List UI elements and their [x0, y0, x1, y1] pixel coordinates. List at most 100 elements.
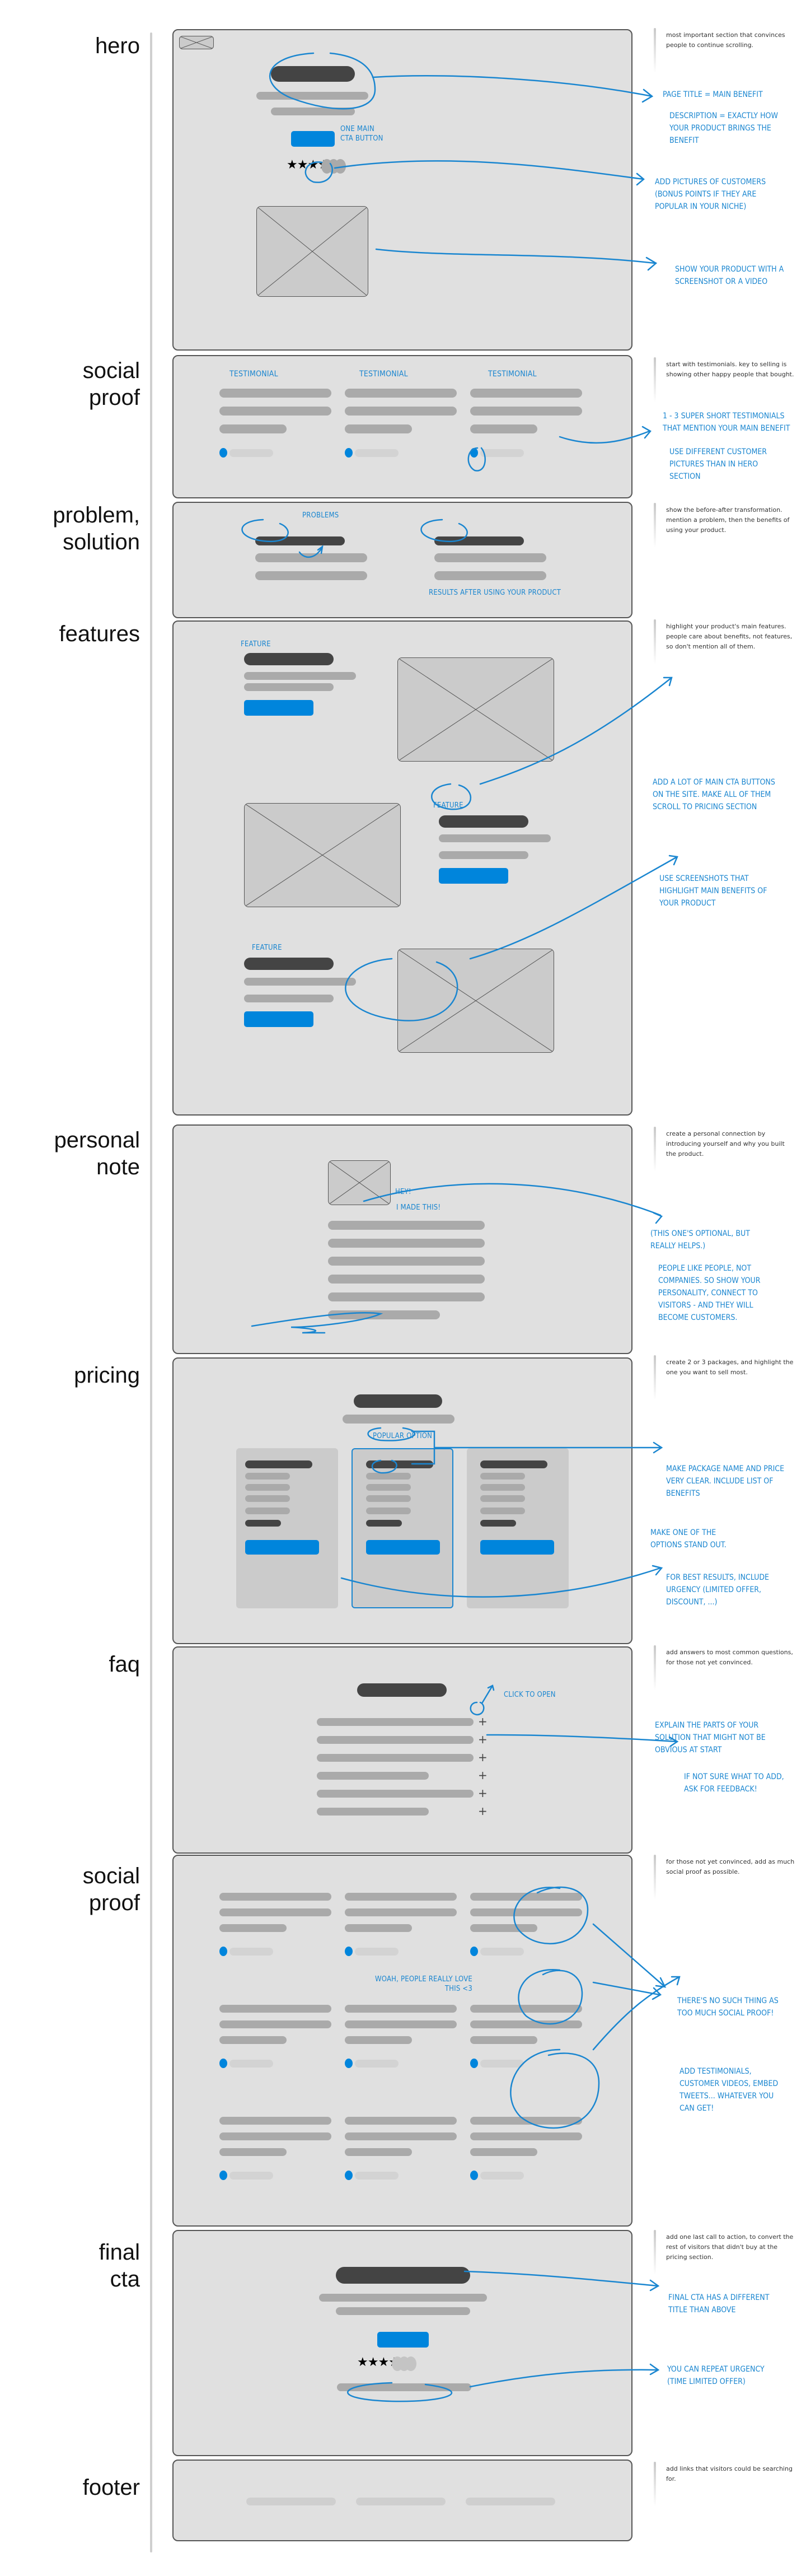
annotation-page-title: page title = main benefit: [663, 90, 763, 99]
customer-name-line: [229, 1948, 273, 1956]
customer-avatar: [405, 2356, 416, 2371]
faq-question[interactable]: [317, 1790, 474, 1798]
customer-avatar-dot: [219, 2171, 227, 2180]
social-proof-2-frame: woah, people really love this <3: [172, 1855, 632, 2227]
faq-question[interactable]: [317, 1718, 474, 1726]
customer-avatar-dot: [345, 2171, 353, 2180]
results-label: results after using your product: [429, 589, 561, 597]
social-proof-frame: testimonial testimonial testimonial: [172, 355, 632, 498]
pricing-card: [236, 1448, 338, 1608]
feature-cta-button[interactable]: [244, 1011, 313, 1027]
customer-name-line: [480, 2060, 524, 2068]
customer-avatar: [335, 159, 346, 174]
section-note-faq: add answers to most common questions, fo…: [654, 1645, 795, 1690]
testimonial-label: testimonial: [229, 370, 278, 379]
click-to-open-label: click to open: [504, 1691, 556, 1699]
feature-label: feature: [252, 944, 282, 952]
pricing-cta-button[interactable]: [245, 1540, 319, 1555]
final-cta-button[interactable]: [377, 2332, 429, 2348]
faq-question[interactable]: [317, 1754, 474, 1762]
section-note-footer: add links that visitors could be searchi…: [654, 2462, 795, 2507]
cta-annotation: one main cta button: [340, 125, 383, 143]
footer-link[interactable]: [466, 2498, 555, 2505]
customer-name-line: [480, 1948, 524, 1956]
faq-question[interactable]: [317, 1736, 474, 1744]
annotation-explain-parts: explain the parts of your solution that …: [655, 1721, 766, 1754]
faq-title: [357, 1683, 447, 1697]
pricing-card: [467, 1448, 569, 1608]
hey-label: hey!: [395, 1188, 411, 1196]
section-label-hero: hero: [95, 34, 140, 58]
hero-frame: one main cta button ★★★★★: [172, 29, 632, 351]
footer-link[interactable]: [356, 2498, 446, 2505]
pricing-cta-button[interactable]: [480, 1540, 554, 1555]
section-label-faq: faq: [109, 1652, 140, 1677]
annotation-optional: (this one's optional, but really helps.): [650, 1229, 750, 1250]
testimonial-text-line: [219, 2005, 331, 2013]
section-label-footer: footer: [82, 2475, 140, 2500]
testimonial-text-line: [345, 2132, 457, 2140]
section-divider-line: [150, 32, 152, 2552]
annotation-product-screenshot: show your product with a screenshot or a…: [675, 265, 784, 286]
testimonial-text-line: [470, 2005, 582, 2013]
section-label-personal-note: personal note: [54, 1128, 140, 1179]
final-cta-frame: ★★★★★: [172, 2230, 632, 2456]
section-label-social-proof: social proof: [82, 358, 140, 410]
pricing-frame: popular option: [172, 1357, 632, 1644]
feature-cta-button[interactable]: [244, 700, 313, 716]
customer-avatar-dot: [470, 448, 478, 458]
hero-title: [271, 66, 355, 82]
product-screenshot-placeholder: [256, 206, 368, 297]
pricing-cta-button[interactable]: [366, 1540, 440, 1555]
urgency-text: [337, 2383, 471, 2391]
faq-question[interactable]: [317, 1808, 429, 1816]
customer-name-line: [355, 1948, 399, 1956]
customer-avatar-dot: [345, 1947, 353, 1956]
personal-note-frame: hey! i made this!: [172, 1124, 632, 1354]
testimonial-text-line: [470, 2036, 537, 2044]
testimonial-text-line: [219, 1893, 331, 1901]
expand-plus-icon[interactable]: +: [478, 1770, 488, 1781]
testimonial-text-line: [470, 1893, 582, 1901]
feature-cta-button[interactable]: [439, 868, 508, 884]
section-label-pricing: pricing: [74, 1363, 140, 1388]
expand-plus-icon[interactable]: +: [478, 1788, 488, 1799]
expand-plus-icon[interactable]: +: [478, 1716, 488, 1727]
section-note-social-proof-2: for those not yet convinced, add as much…: [654, 1855, 795, 1900]
section-note-personal-note: create a personal connection by introduc…: [654, 1127, 795, 1172]
feature-screenshot-placeholder: [397, 657, 554, 762]
testimonial-text-line: [345, 2005, 457, 2013]
customer-avatar-dot: [219, 448, 227, 458]
annotation-screenshots: use screenshots that highlight main bene…: [659, 874, 767, 908]
section-note-problem-solution: show the before-after transformation. me…: [654, 503, 795, 548]
hero-description-line: [256, 92, 368, 100]
customer-avatar-dot: [470, 1947, 478, 1956]
section-note-final-cta: add one last call to action, to convert …: [654, 2230, 795, 2275]
section-note-hero: most important section that convinces pe…: [654, 28, 795, 73]
annotation-ask-feedback: if not sure what to add, ask for feedbac…: [684, 1772, 784, 1794]
feature-label: feature: [433, 801, 463, 810]
section-note-pricing: create 2 or 3 packages, and highlight th…: [654, 1355, 795, 1400]
customer-name-line: [229, 2060, 273, 2068]
testimonial-card: [219, 2117, 337, 2184]
annotation-stand-out: make one of the options stand out.: [650, 1528, 727, 1550]
testimonial-text-line: [219, 1908, 331, 1916]
expand-plus-icon[interactable]: +: [478, 1734, 488, 1745]
founder-photo-placeholder: [328, 1160, 391, 1205]
expand-plus-icon[interactable]: +: [478, 1752, 488, 1763]
annotation-different-pictures: use different customer pictures than in …: [669, 447, 767, 481]
annotation-short-testimonials: 1 - 3 super short testimonials that ment…: [663, 412, 790, 433]
expand-plus-icon[interactable]: +: [478, 1805, 488, 1817]
customer-name-line: [229, 2172, 273, 2180]
testimonial-label: testimonial: [488, 370, 537, 379]
section-label-problem-solution: problem, solution: [53, 503, 140, 554]
testimonial-text-line: [345, 1908, 457, 1916]
testimonial-card: [345, 1893, 462, 1960]
hero-cta-button[interactable]: [291, 131, 335, 147]
faq-question[interactable]: [317, 1772, 429, 1780]
annotation-add-testimonials: add testimonials, customer videos, embed…: [680, 2067, 779, 2113]
woah-annotation: woah, people really love this <3: [375, 1975, 472, 1993]
testimonial-text-line: [470, 1908, 582, 1916]
footer-link[interactable]: [246, 2498, 336, 2505]
annotation-no-such-thing: there's no such thing as too much social…: [677, 1996, 779, 2018]
